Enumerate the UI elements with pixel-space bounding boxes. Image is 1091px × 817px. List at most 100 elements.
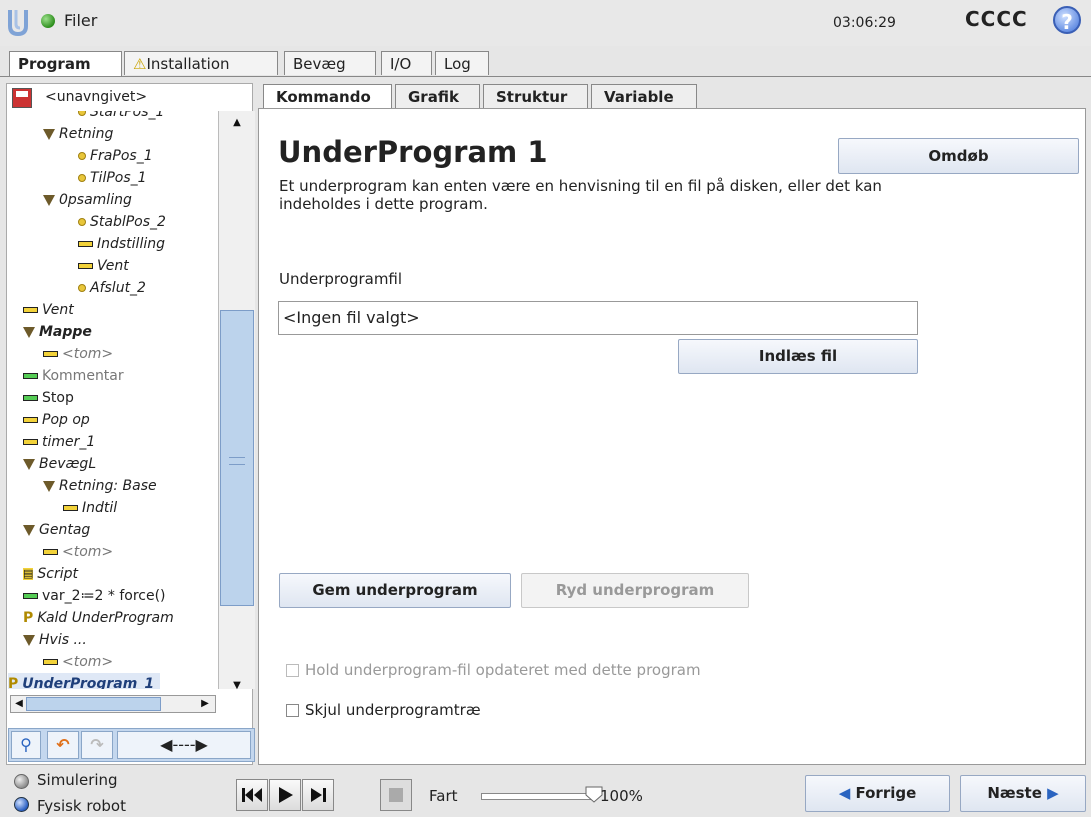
keep-updated-label: Hold underprogram-fil opdateret med dett…: [305, 661, 701, 679]
scroll-down-icon[interactable]: ▼: [230, 678, 244, 694]
tab-io[interactable]: I/O: [381, 51, 432, 75]
search-icon[interactable]: ⚲: [11, 731, 41, 759]
tree-node[interactable]: ▤ Script: [23, 563, 78, 585]
speed-slider-track[interactable]: [481, 793, 593, 800]
tree-node[interactable]: Indstilling: [78, 233, 165, 255]
scroll-left-icon[interactable]: ◀: [12, 696, 26, 712]
tree-node[interactable]: Retning: [43, 123, 113, 145]
waypoint-icon: [78, 174, 86, 182]
tree-node[interactable]: <tom>: [43, 343, 113, 365]
tree-node[interactable]: Afslut_2: [78, 277, 146, 299]
clear-subprogram-button: Ryd underprogram: [521, 573, 749, 608]
scroll-up-icon[interactable]: ▲: [230, 115, 244, 131]
rename-button[interactable]: Omdøb: [838, 138, 1079, 174]
tree-node-label: <tom>: [62, 654, 114, 670]
tab-bevaeg[interactable]: Bevæg: [284, 51, 376, 75]
hide-tree-checkbox[interactable]: [286, 704, 299, 717]
tab-installation[interactable]: ⚠Installation: [124, 51, 278, 75]
command-icon: [78, 263, 93, 269]
tree-node[interactable]: Pop op: [23, 409, 90, 431]
tree-node[interactable]: StablPos_2: [78, 211, 166, 233]
hide-tree-label: Skjul underprogramtræ: [305, 701, 481, 719]
play-icon: [279, 787, 293, 803]
folder-triangle-icon: [43, 480, 55, 492]
tree-node[interactable]: Retning: Base: [43, 475, 157, 497]
tree-node-label: TilPos_1: [90, 170, 147, 186]
file-label: Underprogramfil: [279, 270, 403, 288]
tree-node[interactable]: TilPos_1: [78, 167, 147, 189]
command-icon: [43, 659, 58, 665]
tree-node[interactable]: StartPos_1: [78, 111, 164, 123]
step-button[interactable]: [302, 779, 334, 811]
tree-node-label: Pop op: [42, 412, 90, 428]
simulation-radio[interactable]: [14, 774, 29, 789]
tree-node-label: Retning: Base: [59, 478, 157, 494]
tree-node-label: Script: [37, 566, 79, 582]
load-file-button[interactable]: Indlæs fil: [678, 339, 918, 374]
tab-log[interactable]: Log: [435, 51, 489, 75]
tree-node[interactable]: timer_1: [23, 431, 95, 453]
tree-node[interactable]: var_2≔2 * force(): [23, 585, 166, 607]
command-icon: [23, 593, 38, 599]
tree-node-label: Vent: [42, 302, 74, 318]
folder-triangle-icon: [43, 128, 55, 140]
file-field[interactable]: <Ingen fil valgt>: [278, 301, 918, 335]
tree-scroll-thumb[interactable]: [220, 310, 254, 606]
command-icon: [23, 417, 38, 423]
help-icon[interactable]: ?: [1053, 6, 1081, 34]
scroll-right-icon[interactable]: ▶: [198, 696, 212, 712]
tree-node-label: Gentag: [39, 522, 91, 538]
tree-node[interactable]: <tom>: [43, 541, 113, 563]
tab-divider: [0, 76, 1091, 77]
tree-node[interactable]: FraPos_1: [78, 145, 153, 167]
tree-node[interactable]: Stop: [23, 387, 74, 409]
tree-node[interactable]: P UnderProgram_1: [8, 673, 161, 689]
tree-hscroll-thumb[interactable]: [26, 697, 161, 711]
tree-node[interactable]: Gentag: [23, 519, 90, 541]
tree-node[interactable]: Hvis ...: [23, 629, 87, 651]
tree-node-label: <tom>: [62, 346, 114, 362]
skip-to-start-button[interactable]: [236, 779, 268, 811]
tree-node-label: StablPos_2: [90, 214, 166, 230]
arrow-right-icon: ▶: [1047, 784, 1059, 802]
command-icon: [23, 439, 38, 445]
tree-node[interactable]: Indtil: [63, 497, 117, 519]
tree-node[interactable]: Kommentar: [23, 365, 124, 387]
command-icon: [78, 241, 93, 247]
cut-paste-arrow-icon[interactable]: ◀----▶: [117, 731, 251, 759]
tree-node-label: Indtil: [82, 500, 118, 516]
command-icon: [63, 505, 78, 511]
physical-robot-radio[interactable]: [14, 797, 29, 812]
subprogram-icon: P: [8, 676, 19, 689]
tab-program[interactable]: Program: [9, 51, 122, 77]
tab-struktur[interactable]: Struktur: [483, 84, 588, 108]
tree-node[interactable]: BevægL: [23, 453, 96, 475]
tree-node[interactable]: P Kald UnderProgram: [23, 607, 174, 629]
save-subprogram-button[interactable]: Gem underprogram: [279, 573, 511, 608]
tab-kommando[interactable]: Kommando: [263, 84, 392, 108]
tree-node[interactable]: <tom>: [43, 651, 113, 673]
tree-node-label: timer_1: [42, 434, 96, 450]
tree-node[interactable]: Mappe: [23, 321, 92, 343]
undo-icon[interactable]: ↶: [47, 731, 79, 759]
clock: 03:06:29: [833, 15, 896, 31]
next-button[interactable]: Næste ▶: [960, 775, 1086, 812]
previous-button[interactable]: ◀ Forrige: [805, 775, 950, 812]
program-tree[interactable]: StartPos_1 Retning FraPos_1 TilPos_1 0psamli…: [8, 111, 216, 689]
tree-node-label: 0psamling: [59, 192, 132, 208]
tab-installation-label: Installation: [146, 55, 230, 73]
tab-grafik[interactable]: Grafik: [395, 84, 480, 108]
tree-node[interactable]: 0psamling: [43, 189, 132, 211]
save-icon[interactable]: [12, 88, 32, 108]
tab-variable[interactable]: Variable: [591, 84, 697, 108]
folder-triangle-icon: [23, 524, 35, 536]
tree-node-label: Stop: [42, 390, 74, 406]
folder-triangle-icon: [23, 634, 35, 646]
command-icon: [23, 373, 38, 379]
tree-node-label: Retning: [59, 126, 114, 142]
status-indicator-icon: [41, 14, 55, 28]
subprogram-icon: P: [23, 610, 34, 626]
play-button[interactable]: [269, 779, 301, 811]
tree-node[interactable]: Vent: [23, 299, 74, 321]
tree-node[interactable]: Vent: [78, 255, 129, 277]
